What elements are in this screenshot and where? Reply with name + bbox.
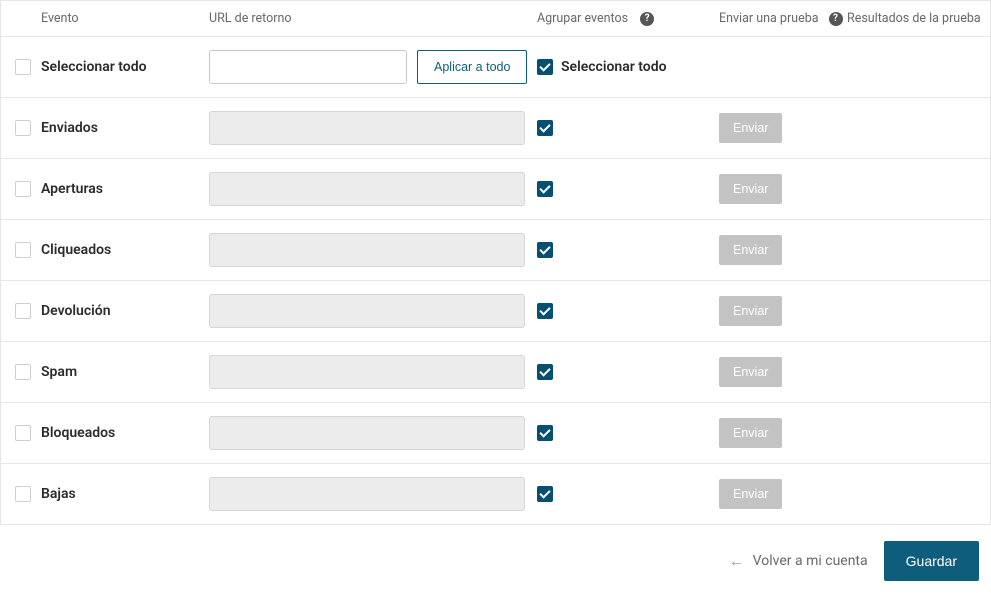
group-checkbox[interactable] <box>537 181 553 197</box>
event-checkbox[interactable] <box>15 120 31 136</box>
event-label: Aperturas <box>41 181 209 197</box>
header-group: Agrupar eventos ? <box>537 11 719 26</box>
group-checkbox[interactable] <box>537 303 553 319</box>
header-url: URL de retorno <box>209 11 537 26</box>
select-all-event-checkbox[interactable] <box>15 59 31 75</box>
send-button[interactable]: Enviar <box>719 479 782 509</box>
header-group-label: Agrupar eventos <box>537 11 628 26</box>
event-label: Devolución <box>41 303 209 319</box>
table-row: Aperturas Enviar <box>1 158 990 219</box>
table-row: Bloqueados Enviar <box>1 402 990 463</box>
table-row: Enviados Enviar <box>1 97 990 158</box>
group-checkbox[interactable] <box>537 425 553 441</box>
url-input-all[interactable] <box>209 50 407 84</box>
url-input[interactable] <box>209 294 525 328</box>
url-input[interactable] <box>209 477 525 511</box>
footer: ← Volver a mi cuenta Guardar <box>0 525 991 581</box>
event-label: Spam <box>41 364 209 380</box>
event-checkbox[interactable] <box>15 486 31 502</box>
header-event: Evento <box>41 11 209 26</box>
header-send-label: Enviar una prueba <box>719 11 819 26</box>
url-input[interactable] <box>209 416 525 450</box>
table-row: Spam Enviar <box>1 341 990 402</box>
event-label: Enviados <box>41 120 209 136</box>
table-row: Devolución Enviar <box>1 280 990 341</box>
apply-to-all-button[interactable]: Aplicar a todo <box>417 50 527 84</box>
table-header-row: Evento URL de retorno Agrupar eventos ? … <box>1 0 990 36</box>
event-checkbox[interactable] <box>15 181 31 197</box>
send-button[interactable]: Enviar <box>719 296 782 326</box>
url-input[interactable] <box>209 111 525 145</box>
event-checkbox[interactable] <box>15 242 31 258</box>
event-checkbox[interactable] <box>15 364 31 380</box>
send-button[interactable]: Enviar <box>719 357 782 387</box>
help-icon[interactable]: ? <box>829 12 843 26</box>
event-label: Bloqueados <box>41 425 209 441</box>
back-link-label: Volver a mi cuenta <box>753 553 868 569</box>
table-row: Bajas Enviar <box>1 463 990 524</box>
url-input[interactable] <box>209 172 525 206</box>
group-checkbox[interactable] <box>537 120 553 136</box>
send-button[interactable]: Enviar <box>719 418 782 448</box>
group-checkbox[interactable] <box>537 364 553 380</box>
group-checkbox[interactable] <box>537 242 553 258</box>
header-send: Enviar una prueba ? <box>719 11 847 26</box>
select-all-group-checkbox[interactable] <box>537 59 553 75</box>
event-checkbox[interactable] <box>15 425 31 441</box>
url-input[interactable] <box>209 355 525 389</box>
header-results: Resultados de la prueba <box>847 11 986 26</box>
select-all-row: Seleccionar todo Aplicar a todo Seleccio… <box>1 36 990 97</box>
select-all-event-label: Seleccionar todo <box>41 59 209 75</box>
save-button[interactable]: Guardar <box>884 541 979 581</box>
arrow-left-icon: ← <box>729 551 745 571</box>
select-all-group-label: Seleccionar todo <box>561 59 667 75</box>
table-row: Cliqueados Enviar <box>1 219 990 280</box>
group-checkbox[interactable] <box>537 486 553 502</box>
send-button[interactable]: Enviar <box>719 235 782 265</box>
send-button[interactable]: Enviar <box>719 113 782 143</box>
event-checkbox[interactable] <box>15 303 31 319</box>
back-link[interactable]: ← Volver a mi cuenta <box>729 551 868 571</box>
url-input[interactable] <box>209 233 525 267</box>
event-label: Bajas <box>41 486 209 502</box>
help-icon[interactable]: ? <box>640 12 654 26</box>
send-button[interactable]: Enviar <box>719 174 782 204</box>
event-label: Cliqueados <box>41 242 209 258</box>
